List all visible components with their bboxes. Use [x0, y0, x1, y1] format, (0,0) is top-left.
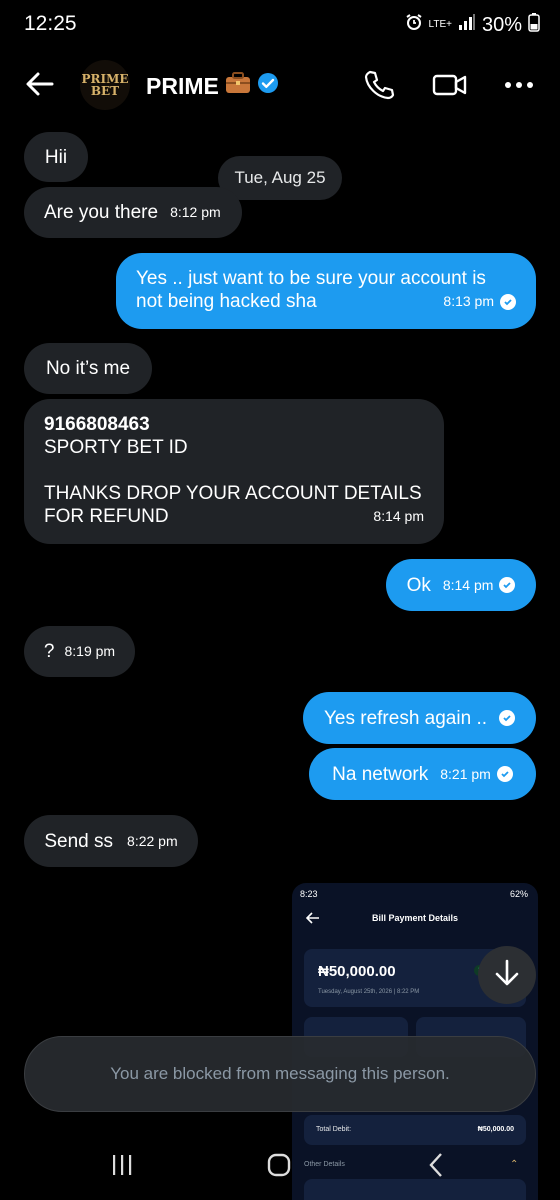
chevron-up-icon: ⌃: [510, 1159, 519, 1170]
message-text-line: Yes .. just want to be sure your account…: [136, 268, 486, 289]
message-text: No it’s me: [45, 358, 131, 379]
back-arrow-icon[interactable]: [24, 68, 56, 100]
signal-icon: [458, 13, 476, 37]
home-icon[interactable]: [259, 1150, 299, 1180]
avatar[interactable]: PRIME BET: [80, 60, 130, 110]
battery-percent: 30%: [481, 13, 522, 36]
read-check-icon: [499, 710, 515, 726]
message-text-line: 9166808463: [44, 414, 150, 435]
scroll-down-button[interactable]: [478, 946, 536, 1004]
total-label: Total Debit:: [316, 1126, 352, 1133]
other-details-label: Other Details: [304, 1161, 345, 1168]
message-text-line: not being hacked sha: [136, 291, 317, 312]
verified-badge-icon: [257, 72, 279, 100]
message-text: Ok: [406, 574, 431, 596]
message-time: 8:21 pm: [440, 765, 491, 782]
message-bubble-incoming[interactable]: Send ss 8:22 pm: [24, 815, 198, 867]
contact-name-row[interactable]: PRIME: [146, 72, 279, 100]
message-time: 8:22 pm: [127, 832, 178, 849]
more-options-icon[interactable]: [502, 68, 536, 102]
message-bubble-incoming[interactable]: Are you there 8:12 pm: [24, 187, 242, 238]
message-bubble-outgoing[interactable]: Yes refresh again ..: [303, 692, 536, 744]
message-bubble-incoming[interactable]: 9166808463 SPORTY BET ID THANKS DROP YOU…: [24, 399, 444, 544]
date-divider: Tue, Aug 25: [218, 156, 342, 200]
read-check-icon: [496, 766, 513, 782]
message-bubble-incoming[interactable]: No it’s me: [24, 343, 152, 394]
avatar-text-line2: BET: [90, 84, 120, 98]
message-bubble-incoming[interactable]: ? 8:19 pm: [24, 626, 135, 677]
total-value: ₦50,000.00: [477, 1126, 514, 1133]
recent-apps-icon[interactable]: [102, 1150, 142, 1180]
message-time: 8:14 pm: [373, 508, 424, 524]
alarm-icon: [405, 13, 423, 37]
message-text: Hii: [44, 146, 68, 168]
message-time: 8:13 pm: [443, 293, 494, 309]
message-time: 8:12 pm: [170, 204, 221, 220]
attachment-status-time: 8:23: [300, 889, 318, 899]
message-text: Send ss: [44, 830, 114, 852]
arrow-down-icon: [494, 959, 520, 992]
attachment-title: Bill Payment Details: [371, 913, 459, 923]
message-text-line: FOR REFUND: [44, 506, 169, 527]
battery-icon: [528, 12, 540, 38]
status-icons: LTE+ 30%: [405, 12, 540, 38]
details-card: [304, 1179, 526, 1200]
status-time: 12:25: [24, 12, 77, 35]
blocked-notice: You are blocked from messaging this pers…: [24, 1036, 536, 1112]
video-call-icon[interactable]: [432, 68, 467, 102]
message-time: 8:14 pm: [442, 576, 494, 593]
back-nav-icon[interactable]: [416, 1150, 456, 1180]
message-bubble-incoming[interactable]: Hii: [24, 132, 88, 182]
read-check-icon: [500, 293, 516, 310]
briefcase-icon: [225, 72, 251, 100]
contact-name: PRIME: [146, 72, 219, 99]
message-time: 8:19 pm: [64, 643, 116, 659]
message-text-line: THANKS DROP YOUR ACCOUNT DETAILS: [44, 483, 422, 504]
message-text: Na network: [332, 763, 429, 785]
network-label: LTE+: [428, 19, 452, 30]
attachment-status-battery: 62%: [509, 889, 528, 899]
message-bubble-outgoing[interactable]: Na network 8:21 pm: [309, 748, 536, 800]
phone-call-icon[interactable]: [362, 68, 396, 102]
message-bubble-outgoing[interactable]: Yes .. just want to be sure your account…: [116, 253, 536, 329]
message-bubble-outgoing[interactable]: Ok 8:14 pm: [386, 559, 536, 611]
message-text: Yes refresh again ..: [323, 707, 487, 729]
amount-value: ₦50,000.00: [318, 963, 396, 980]
message-text-line: SPORTY BET ID: [44, 437, 188, 458]
amount-date: Tuesday, August 25th, 2026 | 8:22 PM: [318, 989, 420, 995]
message-text: ?: [43, 641, 55, 662]
total-card: Total Debit: ₦50,000.00: [304, 1115, 526, 1145]
read-check-icon: [499, 577, 516, 593]
message-text: Are you there: [44, 202, 159, 223]
